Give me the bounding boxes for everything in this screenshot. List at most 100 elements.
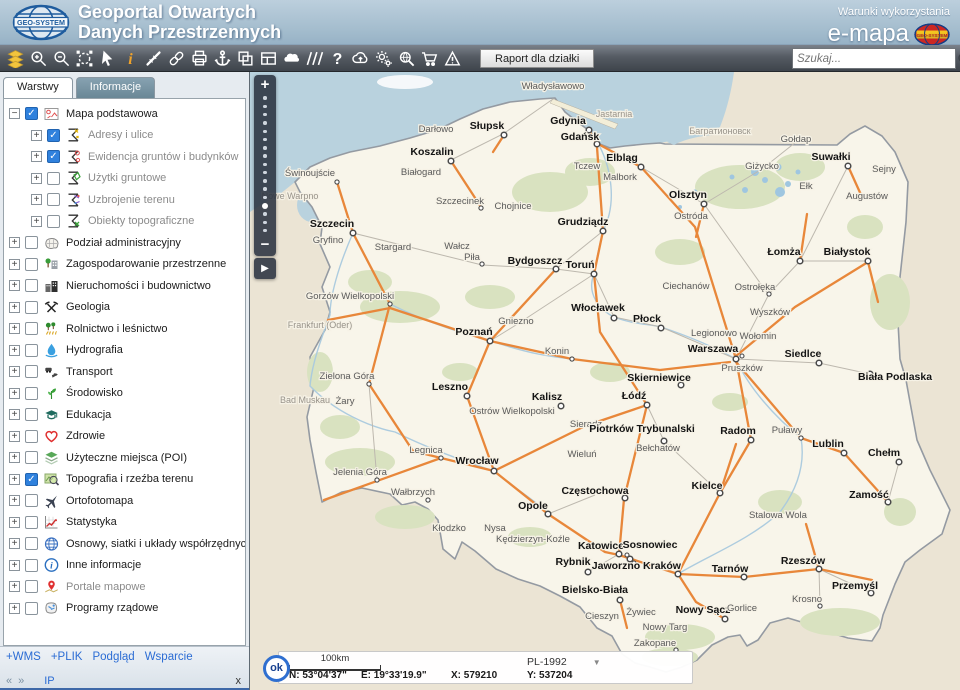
zoom-in-button[interactable]: + <box>254 75 276 94</box>
expand-toggle[interactable]: + <box>9 538 20 549</box>
expand-toggle[interactable]: + <box>9 560 20 571</box>
expand-toggle[interactable]: + <box>9 495 20 506</box>
layer-checkbox[interactable] <box>25 559 38 572</box>
zoom-level-dot[interactable] <box>263 212 267 216</box>
layer-label[interactable]: Edukacja <box>66 409 111 421</box>
layer-label[interactable]: Statystyka <box>66 516 117 528</box>
layer-checkbox[interactable]: ✓ <box>25 473 38 486</box>
terms-link[interactable]: Warunki wykorzystania <box>838 6 950 18</box>
panel-close-button[interactable]: x <box>236 675 242 687</box>
layer-label[interactable]: Obiekty topograficzne <box>88 215 194 227</box>
report-parcel-button[interactable]: Raport dla działki <box>480 49 594 68</box>
zoom-level-dot[interactable] <box>263 130 267 134</box>
layer-checkbox[interactable]: ✓ <box>47 129 60 142</box>
expand-toggle[interactable]: + <box>31 216 42 227</box>
ip-link[interactable]: IP <box>44 675 54 687</box>
zoom-level-dot[interactable] <box>263 221 267 225</box>
expand-toggle[interactable]: + <box>9 474 20 485</box>
warning-icon[interactable] <box>441 46 464 70</box>
expand-toggle[interactable]: + <box>9 345 20 356</box>
measure-icon[interactable] <box>142 46 165 70</box>
zoom-level-dot[interactable] <box>263 146 267 150</box>
search-map-icon[interactable] <box>395 46 418 70</box>
layer-label[interactable]: Osnowy, siatki i układy współrzędnych <box>66 538 246 550</box>
layer-checkbox[interactable] <box>25 365 38 378</box>
layer-checkbox[interactable] <box>25 408 38 421</box>
zoom-level-dot[interactable] <box>263 163 267 167</box>
zoom-in-icon[interactable] <box>27 46 50 70</box>
tab-informacje[interactable]: Informacje <box>76 77 155 98</box>
settings-icon[interactable] <box>372 46 395 70</box>
copy-window-icon[interactable] <box>234 46 257 70</box>
anchor-icon[interactable] <box>211 46 234 70</box>
layer-checkbox[interactable] <box>25 430 38 443</box>
layer-checkbox[interactable] <box>25 580 38 593</box>
expand-toggle[interactable]: + <box>9 237 20 248</box>
layer-checkbox[interactable]: ✓ <box>47 150 60 163</box>
zoom-level-dot[interactable] <box>263 121 267 125</box>
slashes-icon[interactable] <box>303 46 326 70</box>
layer-checkbox[interactable] <box>47 215 60 228</box>
footer-link[interactable]: +PLIK <box>51 651 83 663</box>
layer-label[interactable]: Użyteczne miejsca (POI) <box>66 452 187 464</box>
layer-checkbox[interactable] <box>25 322 38 335</box>
expand-toggle[interactable]: + <box>9 388 20 399</box>
layer-checkbox[interactable] <box>47 193 60 206</box>
zoom-level-dot[interactable] <box>263 171 267 175</box>
layer-checkbox[interactable] <box>47 172 60 185</box>
layer-label[interactable]: Zagospodarowanie przestrzenne <box>66 258 226 270</box>
zoom-level-current[interactable] <box>262 203 268 209</box>
crs-dropdown[interactable]: PL-1992▼ <box>527 656 601 668</box>
layer-label[interactable]: Programy rządowe <box>66 602 158 614</box>
layer-label[interactable]: Użytki gruntowe <box>88 172 166 184</box>
map-canvas[interactable]: ŚwinoujścieNowe WarpnoSzczecinGryfinoSta… <box>250 72 960 690</box>
layer-checkbox[interactable] <box>25 537 38 550</box>
info-icon[interactable]: i <box>119 46 142 70</box>
expand-toggle[interactable]: + <box>9 603 20 614</box>
zoom-level-dot[interactable] <box>263 179 267 183</box>
layer-label[interactable]: Inne informacje <box>66 559 141 571</box>
layer-checkbox[interactable] <box>25 451 38 464</box>
layer-label[interactable]: Transport <box>66 366 113 378</box>
expand-toggle[interactable]: + <box>9 452 20 463</box>
footer-link[interactable]: +WMS <box>6 651 41 663</box>
layer-label[interactable]: Mapa podstawowa <box>66 108 158 120</box>
help-icon[interactable]: ? <box>326 46 349 70</box>
footer-link[interactable]: Podgląd <box>92 651 134 663</box>
layer-label[interactable]: Środowisko <box>66 387 123 399</box>
expand-toggle[interactable]: + <box>9 409 20 420</box>
cloud-download-icon[interactable] <box>349 46 372 70</box>
layer-label[interactable]: Podział administracyjny <box>66 237 181 249</box>
ok-button[interactable]: ok <box>263 655 290 682</box>
layer-label[interactable]: Adresy i ulice <box>88 129 153 141</box>
layer-label[interactable]: Nieruchomości i budownictwo <box>66 280 211 292</box>
page-next-button[interactable]: » <box>18 675 24 687</box>
print-icon[interactable] <box>188 46 211 70</box>
layer-label[interactable]: Ewidencja gruntów i budynków <box>88 151 238 163</box>
layer-checkbox[interactable] <box>25 387 38 400</box>
layer-label[interactable]: Rolnictwo i leśnictwo <box>66 323 167 335</box>
zoom-level-dot[interactable] <box>263 113 267 117</box>
zoom-level-dot[interactable] <box>263 196 267 200</box>
layer-label[interactable]: Topografia i rzeźba terenu <box>66 473 193 485</box>
expand-toggle[interactable]: + <box>31 173 42 184</box>
layer-checkbox[interactable] <box>25 301 38 314</box>
expand-toggle[interactable]: + <box>31 151 42 162</box>
layer-checkbox[interactable] <box>25 344 38 357</box>
layer-label[interactable]: Hydrografia <box>66 344 123 356</box>
layer-label[interactable]: Portale mapowe <box>66 581 146 593</box>
layer-checkbox[interactable] <box>25 279 38 292</box>
expand-toggle[interactable]: + <box>9 302 20 313</box>
zoom-level-dot[interactable] <box>263 229 267 233</box>
layer-checkbox[interactable] <box>25 258 38 271</box>
layer-checkbox[interactable] <box>25 236 38 249</box>
layer-checkbox[interactable]: ✓ <box>25 107 38 120</box>
layer-label[interactable]: Uzbrojenie terenu <box>88 194 175 206</box>
tab-warstwy[interactable]: Warstwy <box>3 77 73 98</box>
zoom-level-dot[interactable] <box>263 187 267 191</box>
panel-expander-button[interactable]: ▶ <box>254 258 276 279</box>
expand-toggle[interactable]: + <box>9 280 20 291</box>
polygon-icon[interactable] <box>280 46 303 70</box>
zoom-level-dot[interactable] <box>263 154 267 158</box>
layer-label[interactable]: Zdrowie <box>66 430 105 442</box>
